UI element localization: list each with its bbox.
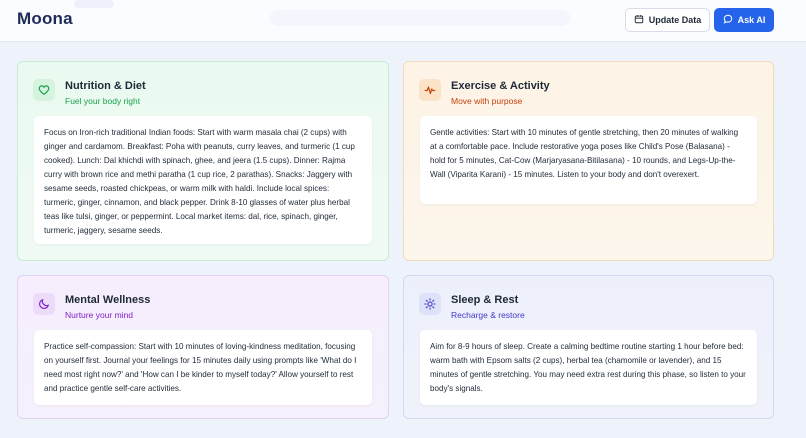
card-content: Practice self-compassion: Start with 10 … <box>34 330 372 405</box>
faded-header-decoration <box>74 0 114 8</box>
moon-icon <box>33 293 55 315</box>
sleep-rest-card: Sleep & Rest Recharge & restore Aim for … <box>403 275 774 419</box>
calendar-icon <box>634 14 644 26</box>
card-content: Gentle activities: Start with 10 minutes… <box>420 116 757 204</box>
card-subtitle: Move with purpose <box>451 96 523 106</box>
top-bar: Moona Update Data Ask AI <box>0 0 806 42</box>
card-title: Exercise & Activity <box>451 80 550 92</box>
card-content: Focus on Iron-rich traditional Indian fo… <box>34 116 372 244</box>
update-data-label: Update Data <box>648 15 702 25</box>
brand-logo-text[interactable]: Moona <box>17 9 73 29</box>
card-content: Aim for 8-9 hours of sleep. Create a cal… <box>420 330 757 405</box>
card-subtitle: Nurture your mind <box>65 310 134 320</box>
card-title: Nutrition & Diet <box>65 80 146 92</box>
chat-bubble-icon <box>723 14 733 26</box>
ask-ai-label: Ask AI <box>737 15 766 25</box>
card-title: Mental Wellness <box>65 294 151 306</box>
ask-ai-button[interactable]: Ask AI <box>714 8 774 32</box>
exercise-activity-card: Exercise & Activity Move with purpose Ge… <box>403 61 774 261</box>
card-subtitle: Recharge & restore <box>451 310 525 320</box>
heart-icon <box>33 79 55 101</box>
update-data-button[interactable]: Update Data <box>625 8 710 32</box>
faded-header-decoration <box>270 10 570 26</box>
card-subtitle: Fuel your body right <box>65 96 141 106</box>
sun-icon <box>419 293 441 315</box>
card-title: Sleep & Rest <box>451 294 519 306</box>
mental-wellness-card: Mental Wellness Nurture your mind Practi… <box>17 275 389 419</box>
activity-pulse-icon <box>419 79 441 101</box>
nutrition-diet-card: Nutrition & Diet Fuel your body right Fo… <box>17 61 389 261</box>
